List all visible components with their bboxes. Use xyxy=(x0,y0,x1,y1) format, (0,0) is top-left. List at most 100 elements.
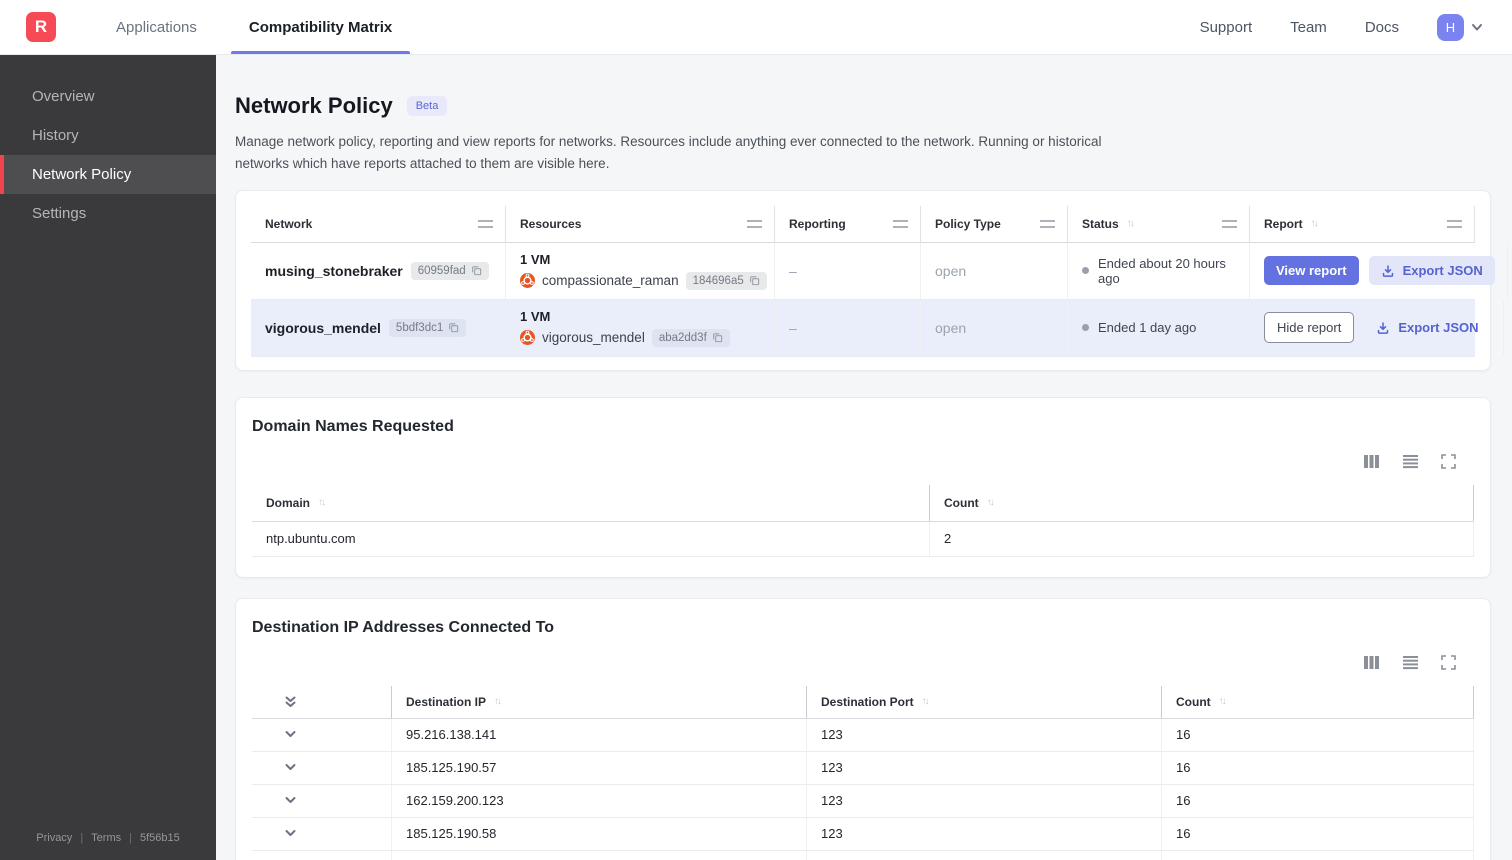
tab-applications[interactable]: Applications xyxy=(90,0,223,54)
sort-icon[interactable]: ↑↓ xyxy=(1311,218,1319,229)
copy-icon[interactable] xyxy=(749,275,760,286)
destination-row[interactable]: 185.125.190.58 123 16 xyxy=(252,817,1474,851)
status-dot-icon xyxy=(1082,324,1089,332)
sidebar-item-network-policy[interactable]: Network Policy xyxy=(0,155,216,194)
column-header-count[interactable]: Count ↑↓ xyxy=(929,484,1474,521)
fullscreen-icon[interactable] xyxy=(1441,453,1456,469)
policy-type-cell: open xyxy=(921,299,1068,356)
column-resize-handle-icon[interactable] xyxy=(1040,219,1055,228)
domain-cell: ntp.ubuntu.com xyxy=(266,531,356,547)
column-resize-handle-icon[interactable] xyxy=(1447,219,1462,228)
domain-row[interactable]: ntp.ubuntu.com 2 xyxy=(252,521,1474,557)
column-header-network[interactable]: Network xyxy=(251,205,506,242)
copy-icon[interactable] xyxy=(712,332,723,343)
export-json-button[interactable]: Export JSON xyxy=(1364,313,1490,342)
card-title: Destination IP Addresses Connected To xyxy=(252,618,554,636)
destination-row[interactable]: 162.159.200.123 123 16 xyxy=(252,784,1474,818)
copy-icon[interactable] xyxy=(448,322,459,333)
sort-icon[interactable]: ↑↓ xyxy=(494,696,502,707)
vm-id-badge[interactable]: 184696a5 xyxy=(685,271,767,290)
resources-cell: 1 VM vigorous_mendel aba2dd3f xyxy=(506,299,775,356)
column-header-report[interactable]: Report ↑↓ xyxy=(1250,205,1475,242)
app-logo[interactable]: R xyxy=(26,12,56,42)
column-resize-handle-icon[interactable] xyxy=(478,219,493,228)
vm-id-badge[interactable]: aba2dd3f xyxy=(651,328,730,347)
column-header-count[interactable]: Count ↑↓ xyxy=(1161,685,1474,718)
chevron-down-icon[interactable] xyxy=(284,730,297,739)
sidebar-item-overview[interactable]: Overview xyxy=(0,77,216,116)
chevron-down-icon[interactable] xyxy=(284,796,297,805)
columns-icon[interactable] xyxy=(1363,655,1380,670)
tab-compatibility-matrix[interactable]: Compatibility Matrix xyxy=(223,0,418,54)
export-json-button[interactable]: Export JSON xyxy=(1368,256,1495,286)
domains-table-header: Domain ↑↓ Count ↑↓ xyxy=(252,484,1474,522)
destination-port-cell: 123 xyxy=(806,817,1161,850)
expand-all-header[interactable] xyxy=(252,686,391,718)
count-cell: 16 xyxy=(1161,718,1474,751)
column-resize-handle-icon[interactable] xyxy=(893,219,908,228)
row-density-icon[interactable] xyxy=(1402,655,1419,670)
user-menu[interactable]: H xyxy=(1437,13,1484,41)
fullscreen-icon[interactable] xyxy=(1441,654,1456,670)
column-header-policy-type[interactable]: Policy Type xyxy=(921,205,1068,242)
sort-icon[interactable]: ↑↓ xyxy=(987,497,995,508)
row-expand-toggle[interactable] xyxy=(252,785,391,817)
row-expand-toggle[interactable] xyxy=(252,851,391,860)
chevron-down-icon[interactable] xyxy=(284,829,297,838)
network-row[interactable]: vigorous_mendel 5bdf3dc1 1 VM vigorous_m… xyxy=(251,299,1504,357)
domain-names-card: Domain Names Requested Domain ↑↓ Count ↑↓ … xyxy=(235,396,1491,578)
double-chevron-down-icon[interactable] xyxy=(284,695,297,709)
sort-icon[interactable]: ↑↓ xyxy=(922,696,930,707)
row-expand-toggle[interactable] xyxy=(252,752,391,784)
status-dot-icon xyxy=(1082,267,1089,275)
sidebar-footer: Privacy | Terms | 5f56b15 xyxy=(0,818,216,860)
column-resize-handle-icon[interactable] xyxy=(1222,219,1237,228)
column-header-reporting[interactable]: Reporting xyxy=(775,205,921,242)
download-icon xyxy=(1378,321,1389,334)
resources-cell: 1 VM compassionate_raman 184696a5 xyxy=(506,242,775,299)
chevron-down-icon xyxy=(1472,24,1482,31)
network-row[interactable]: musing_stonebraker 60959fad 1 VM compass… xyxy=(251,242,1508,300)
terms-link[interactable]: Terms xyxy=(91,832,121,844)
column-resize-handle-icon[interactable] xyxy=(747,219,762,228)
sort-icon[interactable]: ↑↓ xyxy=(1127,218,1135,229)
download-icon xyxy=(1382,264,1393,277)
row-expand-toggle[interactable] xyxy=(252,719,391,751)
privacy-link[interactable]: Privacy xyxy=(36,832,72,844)
sort-icon[interactable]: ↑↓ xyxy=(1219,696,1227,707)
column-header-resources[interactable]: Resources xyxy=(506,205,775,242)
copy-icon[interactable] xyxy=(471,265,482,276)
reporting-cell: – xyxy=(775,299,921,356)
ubuntu-icon xyxy=(520,273,535,289)
network-id-badge[interactable]: 5bdf3dc1 xyxy=(388,318,467,337)
network-name-cell: musing_stonebraker 60959fad xyxy=(251,242,506,299)
divider: | xyxy=(80,832,84,844)
destination-ip-cell: 185.125.190.58 xyxy=(391,817,806,850)
row-density-icon[interactable] xyxy=(1402,454,1419,469)
destination-row[interactable]: 185.125.190.57 123 16 xyxy=(252,751,1474,785)
column-header-domain[interactable]: Domain ↑↓ xyxy=(252,485,929,521)
nav-link-team[interactable]: Team xyxy=(1290,19,1327,36)
count-cell: 16 xyxy=(1161,817,1474,850)
columns-icon[interactable] xyxy=(1363,454,1380,469)
destination-row[interactable]: 95.216.138.141 123 16 xyxy=(252,718,1474,752)
avatar[interactable]: H xyxy=(1437,13,1464,41)
view-report-button[interactable]: View report xyxy=(1264,256,1359,286)
destination-row[interactable]: 95.216.100.21 123 16 xyxy=(252,850,1474,860)
hide-report-button[interactable]: Hide report xyxy=(1264,312,1355,344)
column-header-destination-ip[interactable]: Destination IP ↑↓ xyxy=(391,685,806,718)
chevron-down-icon[interactable] xyxy=(284,763,297,772)
row-expand-toggle[interactable] xyxy=(252,818,391,850)
column-header-status[interactable]: Status ↑↓ xyxy=(1068,205,1250,242)
nav-link-support[interactable]: Support xyxy=(1200,19,1253,36)
nav-link-docs[interactable]: Docs xyxy=(1365,19,1399,36)
network-id-badge[interactable]: 60959fad xyxy=(410,261,489,280)
sort-icon[interactable]: ↑↓ xyxy=(318,497,326,508)
column-header-destination-port[interactable]: Destination Port ↑↓ xyxy=(806,685,1161,718)
sidebar-item-settings[interactable]: Settings xyxy=(0,194,216,233)
sidebar: Overview History Network Policy Settings… xyxy=(0,55,216,860)
report-cell: View report Export JSON xyxy=(1250,242,1508,299)
sidebar-item-history[interactable]: History xyxy=(0,116,216,155)
networks-table-card: Network Resources Reporting Policy Type … xyxy=(235,189,1508,371)
destination-port-cell: 123 xyxy=(806,751,1161,784)
